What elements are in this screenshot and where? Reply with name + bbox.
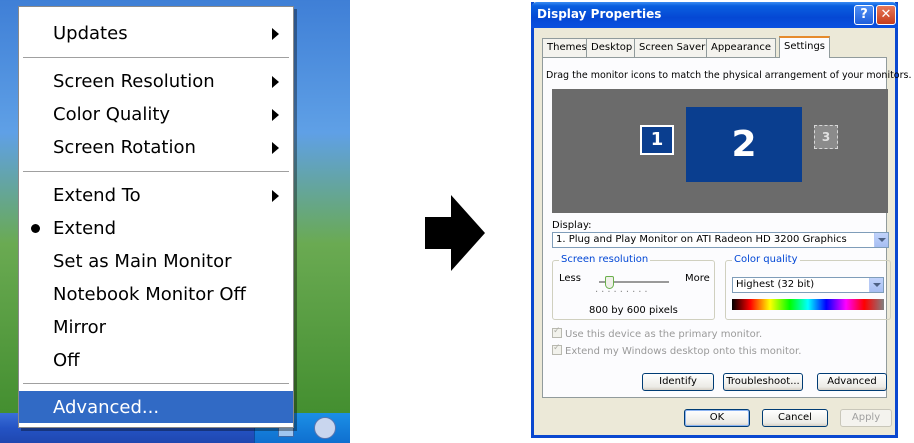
- extend-desktop-checkbox[interactable]: Extend my Windows desktop onto this moni…: [552, 343, 802, 357]
- menu-item-color-quality[interactable]: Color Quality: [19, 98, 293, 130]
- menu-separator: [23, 57, 289, 59]
- display-select[interactable]: 1. Plug and Play Monitor on ATI Radeon H…: [552, 232, 889, 248]
- screen-resolution-title: Screen resolution: [559, 254, 651, 265]
- radio-bullet-icon: [31, 224, 40, 233]
- menu-separator: [23, 171, 289, 173]
- primary-monitor-checkbox[interactable]: Use this device as the primary monitor.: [552, 326, 763, 340]
- close-button[interactable]: ✕: [876, 5, 896, 25]
- submenu-arrow-icon: [272, 76, 279, 88]
- instruction-text: Drag the monitor icons to match the phys…: [546, 70, 912, 81]
- menu-item-notebook-monitor-off[interactable]: Notebook Monitor Off: [19, 278, 293, 310]
- menu-item-extend[interactable]: Extend: [19, 212, 293, 244]
- monitor-3-icon[interactable]: 3: [814, 125, 838, 149]
- desktop-background: Updates Screen Resolution Color Quality …: [0, 0, 350, 443]
- tab-themes[interactable]: Themes: [542, 38, 592, 57]
- color-quality-title: Color quality: [732, 254, 800, 265]
- submenu-arrow-icon: [272, 109, 279, 121]
- menu-item-advanced[interactable]: Advanced...: [19, 391, 293, 423]
- submenu-arrow-icon: [272, 142, 279, 154]
- resolution-ticks: ·········: [595, 287, 651, 298]
- resolution-less-label: Less: [559, 273, 581, 284]
- ok-button[interactable]: OK: [684, 409, 750, 427]
- identify-button[interactable]: Identify: [642, 373, 714, 391]
- chevron-down-icon[interactable]: [869, 278, 883, 292]
- menu-item-label: Advanced...: [53, 396, 160, 418]
- monitor-arrangement-area: 1 2 3: [552, 89, 888, 213]
- window-title: Display Properties: [537, 7, 662, 21]
- menu-item-set-as-main-monitor[interactable]: Set as Main Monitor: [19, 245, 293, 277]
- apply-button[interactable]: Apply: [840, 409, 892, 427]
- monitor-2-icon[interactable]: 2: [686, 107, 802, 182]
- advanced-button[interactable]: Advanced: [817, 373, 887, 391]
- submenu-arrow-icon: [272, 190, 279, 202]
- monitor-1-icon[interactable]: 1: [640, 125, 674, 155]
- tab-desktop[interactable]: Desktop: [586, 38, 638, 57]
- menu-item-label: Set as Main Monitor: [53, 250, 232, 272]
- resolution-more-label: More: [685, 273, 710, 284]
- menu-item-label: Screen Rotation: [53, 136, 196, 158]
- color-quality-value: Highest (32 bit): [736, 279, 815, 290]
- chevron-down-icon[interactable]: [874, 233, 888, 247]
- menu-item-mirror[interactable]: Mirror: [19, 311, 293, 343]
- context-menu: Updates Screen Resolution Color Quality …: [18, 6, 294, 428]
- display-properties-dialog: Display Properties ? ✕ Themes Desktop Sc…: [531, 2, 912, 438]
- menu-separator: [23, 383, 289, 385]
- tab-appearance[interactable]: Appearance: [706, 38, 777, 57]
- color-quality-select[interactable]: Highest (32 bit): [732, 277, 884, 293]
- menu-item-screen-resolution[interactable]: Screen Resolution: [19, 65, 293, 97]
- menu-item-label: Screen Resolution: [53, 70, 215, 92]
- menu-item-off[interactable]: Off: [19, 344, 293, 376]
- menu-item-extend-to[interactable]: Extend To: [19, 179, 293, 211]
- help-button[interactable]: ?: [854, 5, 874, 25]
- menu-item-updates[interactable]: Updates: [19, 17, 293, 49]
- tab-screen-saver[interactable]: Screen Saver: [634, 38, 711, 57]
- right-arrow-icon: [425, 195, 485, 271]
- tab-settings[interactable]: Settings: [779, 36, 831, 58]
- submenu-arrow-icon: [272, 28, 279, 40]
- color-quality-group: Color quality Highest (32 bit): [725, 254, 891, 320]
- ati-tray-icon[interactable]: [314, 417, 336, 439]
- menu-item-label: Notebook Monitor Off: [53, 283, 246, 305]
- resolution-value: 800 by 600 pixels: [589, 305, 678, 316]
- checkbox-label: Extend my Windows desktop onto this moni…: [565, 346, 802, 357]
- cancel-button[interactable]: Cancel: [762, 409, 828, 427]
- checkbox-box[interactable]: [552, 343, 562, 355]
- menu-item-label: Updates: [53, 22, 128, 44]
- display-select-value: 1. Plug and Play Monitor on ATI Radeon H…: [556, 234, 847, 245]
- checkbox-box[interactable]: [552, 326, 562, 338]
- menu-item-label: Mirror: [53, 316, 107, 338]
- menu-item-label: Off: [53, 349, 80, 371]
- menu-item-label: Extend: [53, 217, 116, 239]
- color-spectrum-bar: [732, 299, 884, 310]
- menu-item-label: Color Quality: [53, 103, 171, 125]
- display-label: Display:: [552, 220, 592, 231]
- checkbox-label: Use this device as the primary monitor.: [565, 329, 763, 340]
- title-bar[interactable]: Display Properties ? ✕: [531, 2, 898, 28]
- troubleshoot-button[interactable]: Troubleshoot...: [723, 373, 803, 391]
- menu-item-screen-rotation[interactable]: Screen Rotation: [19, 131, 293, 163]
- menu-item-label: Extend To: [53, 184, 141, 206]
- screen-resolution-group: Screen resolution Less More ········· 80…: [552, 254, 715, 320]
